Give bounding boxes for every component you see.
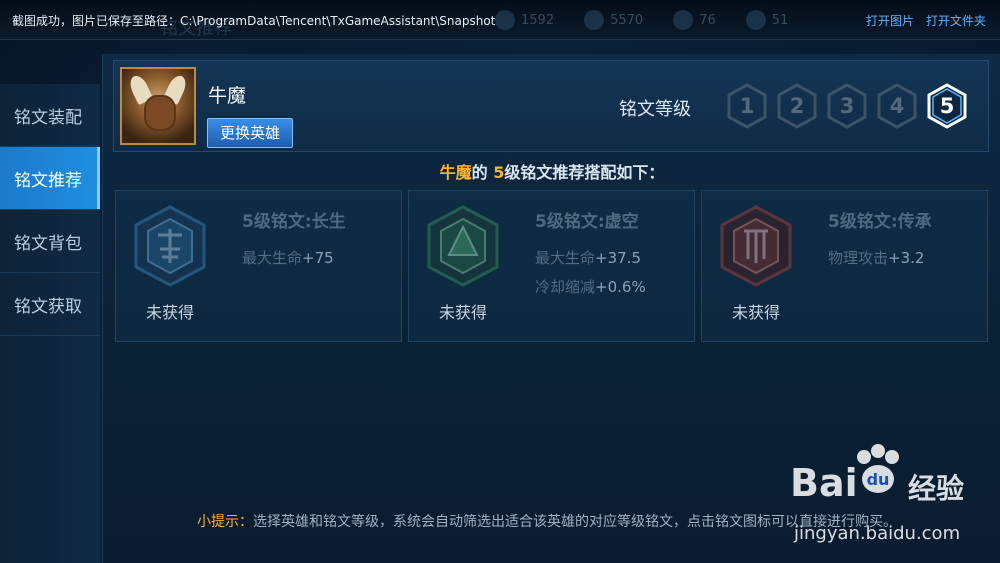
- longevity-rune-icon[interactable]: [134, 205, 206, 287]
- swap-hero-button[interactable]: 更换英雄: [207, 118, 293, 148]
- void-rune-icon[interactable]: [427, 205, 499, 287]
- rune-level-label: 铭文等级: [619, 99, 691, 120]
- level-option-3[interactable]: 3: [826, 83, 868, 129]
- resource-stat: 1592: [495, 10, 554, 30]
- resource-stat: 76: [673, 10, 716, 30]
- rune-attribute: 最大生命+75: [242, 249, 334, 267]
- gem-icon: [495, 10, 515, 30]
- watermark-logo-jingyan: 经验: [908, 472, 965, 505]
- rune-status: 未获得: [146, 303, 195, 322]
- coin-icon: [584, 10, 605, 30]
- rune-cards: 未获得 5级铭文:长生 最大生命+75 未获得 5级铭文:虚空 最大生命+37.…: [115, 190, 988, 342]
- level-option-5[interactable]: 5: [926, 83, 968, 129]
- recommendation-mid: 的: [471, 163, 494, 182]
- sidebar-item-rune-bag[interactable]: 铭文背包: [0, 210, 100, 273]
- recommendation-suffix: 级铭文推荐搭配如下：: [504, 163, 665, 182]
- hero-name: 牛魔: [208, 85, 247, 107]
- rune-level-selector: 1 2 3 4 5: [726, 83, 968, 129]
- rune-status: 未获得: [732, 303, 781, 322]
- svg-text:du: du: [867, 470, 890, 489]
- feather-icon: [745, 10, 766, 30]
- rune-card-longevity[interactable]: 未获得 5级铭文:长生 最大生命+75: [115, 190, 402, 342]
- watermark-logo-text: Bai: [790, 461, 858, 505]
- rune-attribute: 最大生命+37.5: [535, 249, 641, 267]
- level-option-2[interactable]: 2: [776, 83, 818, 129]
- hero-selection-bar: 牛魔 更换英雄 铭文等级 1 2 3 4 5: [113, 60, 989, 152]
- paw-logo-icon: du: [857, 444, 899, 493]
- open-image-link[interactable]: 打开图片: [866, 12, 914, 29]
- recommendation-heading: 牛魔的 5级铭文推荐搭配如下：: [103, 159, 1000, 183]
- recommendation-hero: 牛魔: [439, 163, 472, 182]
- open-folder-link[interactable]: 打开文件夹: [926, 12, 986, 29]
- rune-attribute: 冷却缩减+0.6%: [535, 278, 646, 296]
- resource-stats: 1592 5570 76 51: [495, 10, 788, 30]
- notification-bar: 铭文推荐 截图成功，图片已保存至路径：C:\ProgramData\Tencen…: [0, 0, 1000, 40]
- resource-stat: 5570: [584, 10, 643, 30]
- watermark-url: jingyan.baidu.com: [794, 523, 961, 544]
- rune-attribute: 物理攻击+3.2: [828, 249, 925, 267]
- sidebar: 铭文装配 铭文推荐 铭文背包 铭文获取: [0, 84, 100, 563]
- level-option-1[interactable]: 1: [726, 83, 768, 129]
- screenshot-saved-notice: 截图成功，图片已保存至路径：C:\ProgramData\Tencent\TxG…: [12, 14, 496, 28]
- sidebar-item-rune-obtain[interactable]: 铭文获取: [0, 273, 100, 336]
- rune-title: 5级铭文:长生: [242, 212, 346, 232]
- hint-label: 小提示：: [197, 514, 253, 530]
- recommendation-level: 5: [493, 163, 505, 182]
- hero-face: [144, 95, 176, 131]
- rune-title: 5级铭文:虚空: [535, 212, 639, 232]
- resource-stat: 51: [745, 10, 788, 30]
- sidebar-item-rune-equip[interactable]: 铭文装配: [0, 84, 100, 147]
- rune-card-inheritance[interactable]: 未获得 5级铭文:传承 物理攻击+3.2: [701, 190, 988, 342]
- rune-status: 未获得: [439, 303, 488, 322]
- diamond-icon: [673, 10, 694, 30]
- hero-portrait[interactable]: [120, 67, 196, 145]
- sidebar-item-rune-recommend[interactable]: 铭文推荐: [0, 147, 100, 210]
- level-option-4[interactable]: 4: [876, 83, 918, 129]
- rune-card-void[interactable]: 未获得 5级铭文:虚空 最大生命+37.5 冷却缩减+0.6%: [408, 190, 695, 342]
- rune-title: 5级铭文:传承: [828, 212, 932, 232]
- baidu-jingyan-watermark: du Bai 经验 jingyan.baidu.com: [790, 443, 980, 553]
- inheritance-rune-icon[interactable]: [720, 205, 792, 287]
